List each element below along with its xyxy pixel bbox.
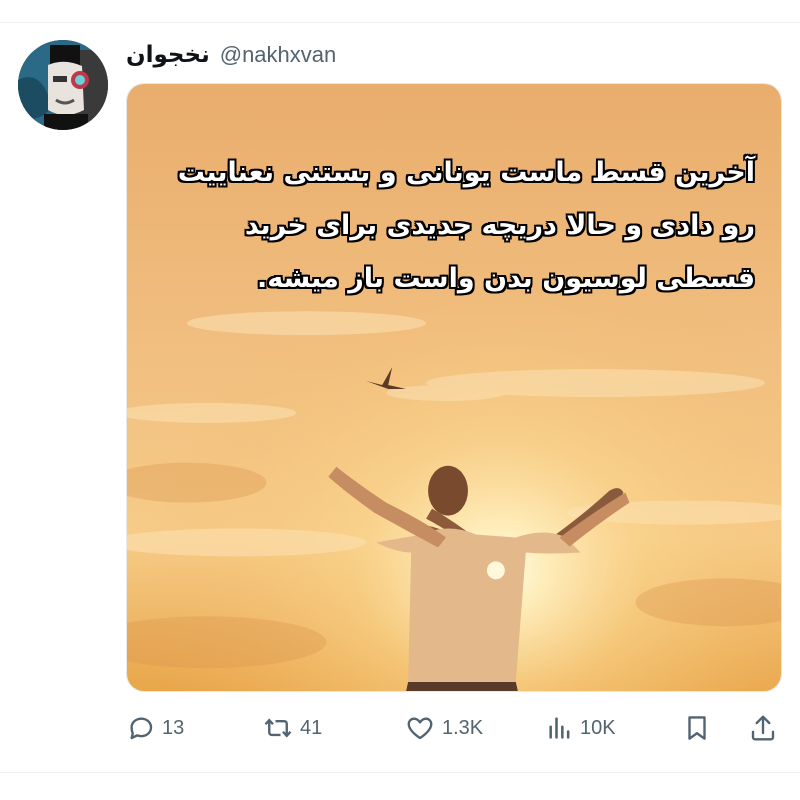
- heart-icon: [407, 717, 433, 740]
- view-count: 10K: [580, 716, 616, 739]
- share-icon: [751, 715, 775, 741]
- avatar-image: [18, 40, 108, 130]
- top-divider: [0, 22, 800, 23]
- display-name[interactable]: نخجوان: [126, 42, 210, 68]
- tweet-media-image[interactable]: آخرین قسط ماست یونانی و بستنی نعناییت رو…: [126, 83, 782, 692]
- like-button[interactable]: 1.3K: [404, 706, 483, 750]
- repost-icon: [264, 718, 292, 738]
- views-button[interactable]: 10K: [546, 706, 616, 750]
- views-icon: [549, 717, 570, 739]
- caption-line: قسطی لوسیون بدن واست باز میشه.: [257, 263, 755, 294]
- reply-icon: [130, 717, 153, 740]
- like-count: 1.3K: [442, 716, 484, 739]
- caption-line: آخرین قسط ماست یونانی و بستنی نعناییت: [177, 157, 755, 188]
- bookmark-icon: [688, 716, 706, 740]
- reply-count: 13: [162, 716, 185, 739]
- avatar[interactable]: [18, 40, 108, 130]
- user-handle[interactable]: @nakhxvan: [220, 42, 337, 68]
- tweet-header: نخجوان @nakhxvan: [126, 38, 336, 72]
- repost-count: 41: [300, 716, 323, 739]
- image-caption: آخرین قسط ماست یونانی و بستنی نعناییت رو…: [141, 146, 755, 305]
- bottom-divider: [0, 772, 800, 773]
- share-button[interactable]: [748, 706, 778, 750]
- bookmark-button[interactable]: [682, 706, 712, 750]
- caption-line: رو دادی و حالا دریچه جدیدی برای خرید: [244, 210, 755, 241]
- reply-button[interactable]: 13: [126, 706, 184, 750]
- repost-button[interactable]: 41: [262, 706, 322, 750]
- tweet-actions: 13 41 1.3K 10K: [126, 706, 780, 750]
